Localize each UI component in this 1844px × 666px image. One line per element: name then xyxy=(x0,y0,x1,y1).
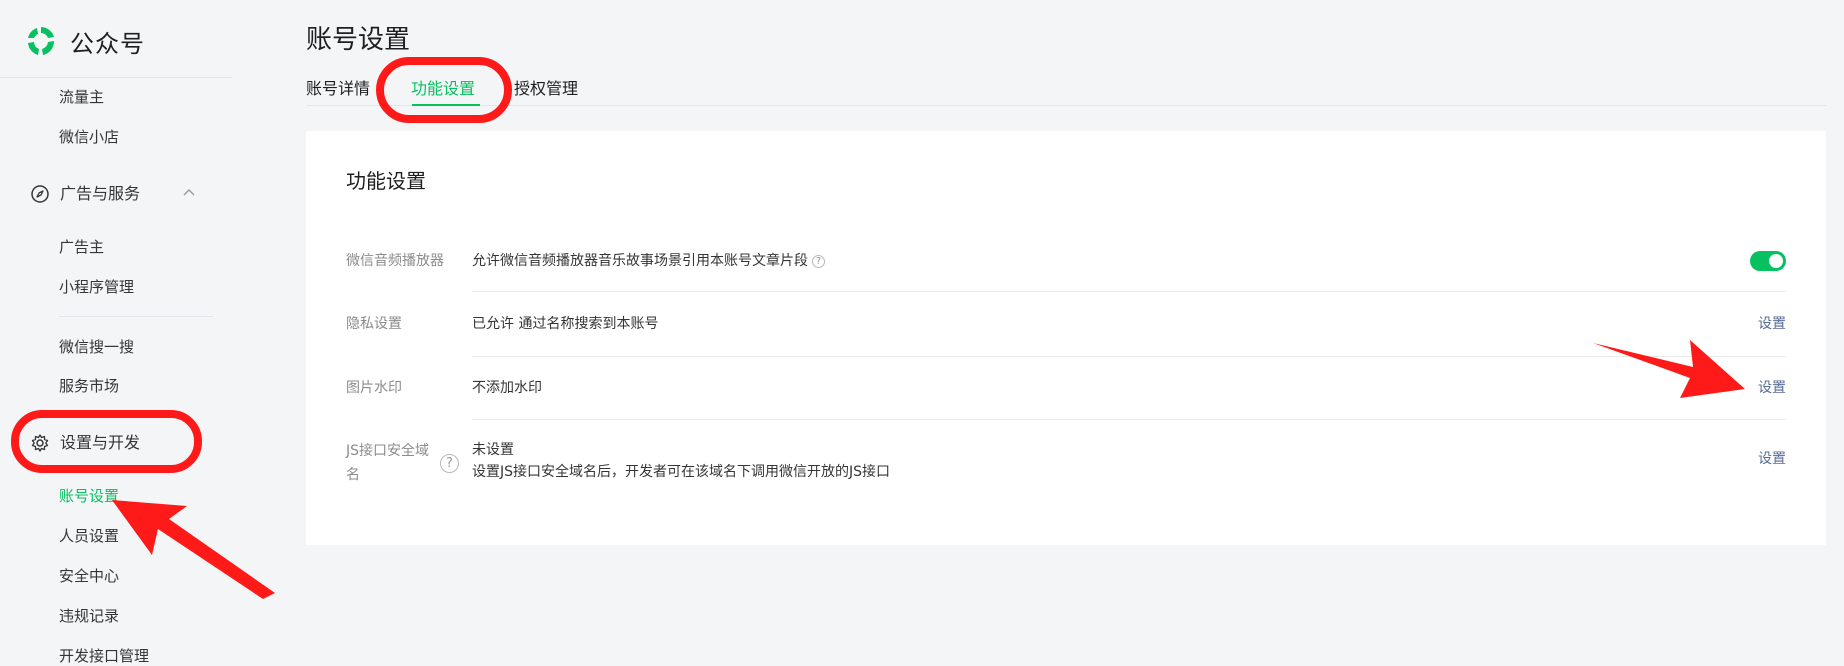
row-divider xyxy=(472,291,1786,292)
setting-value: 未设置 设置JS接口安全域名后，开发者可在该域名下调用微信开放的JS接口 xyxy=(472,439,890,483)
setting-value-text: 未设置 xyxy=(472,442,514,458)
feature-settings-card: 功能设置 微信音频播放器 允许微信音频播放器音乐故事场景引用本账号文章片段? 隐… xyxy=(306,131,1826,545)
setting-label: JS接口安全域 名 xyxy=(346,439,429,487)
setting-label-line: 名 xyxy=(346,467,360,483)
chevron-up-icon[interactable] xyxy=(182,186,196,200)
sidebar-group-ads-label: 广告与服务 xyxy=(60,184,141,203)
help-icon[interactable]: ? xyxy=(440,454,459,473)
audio-player-toggle[interactable] xyxy=(1750,251,1786,271)
toggle-knob xyxy=(1769,254,1783,268)
tab-feature-settings[interactable]: 功能设置 xyxy=(411,78,475,100)
js-domain-settings-link[interactable]: 设置 xyxy=(1758,448,1786,470)
setting-value: 已允许 通过名称搜索到本账号 xyxy=(472,316,659,332)
setting-label: 图片水印 xyxy=(346,380,402,396)
sidebar-item-security-center[interactable]: 安全中心 xyxy=(59,566,119,586)
sidebar-group-settings[interactable]: 设置与开发 xyxy=(30,432,140,454)
sidebar-item-miniprogram[interactable]: 小程序管理 xyxy=(59,277,134,297)
tab-authorization[interactable]: 授权管理 xyxy=(514,78,578,100)
page-title: 账号设置 xyxy=(306,25,411,55)
watermark-settings-link[interactable]: 设置 xyxy=(1758,377,1786,399)
sidebar-item-dev-api[interactable]: 开发接口管理 xyxy=(59,646,149,666)
setting-description: 设置JS接口安全域名后，开发者可在该域名下调用微信开放的JS接口 xyxy=(472,464,891,480)
logo-divider xyxy=(0,77,232,78)
sidebar-group-settings-label: 设置与开发 xyxy=(60,433,141,452)
sidebar-item-violation-records[interactable]: 违规记录 xyxy=(59,606,119,626)
tab-bar: 账号详情 功能设置 授权管理 xyxy=(306,76,1826,106)
active-tab-indicator xyxy=(412,104,480,106)
sidebar-item-service-market[interactable]: 服务市场 xyxy=(59,376,119,396)
card-title: 功能设置 xyxy=(346,169,426,193)
setting-label: 微信音频播放器 xyxy=(346,253,444,269)
brand-logo[interactable]: 公众号 xyxy=(24,24,145,58)
sidebar-item-member-settings[interactable]: 人员设置 xyxy=(59,526,119,546)
row-divider xyxy=(472,419,1786,420)
brand-name: 公众号 xyxy=(70,29,145,58)
compass-icon xyxy=(31,185,49,203)
setting-value-text: 允许微信音频播放器音乐故事场景引用本账号文章片段 xyxy=(472,253,808,269)
sidebar-item-guanggaozhu[interactable]: 广告主 xyxy=(59,237,104,257)
sidebar-divider xyxy=(59,316,213,317)
setting-label: 隐私设置 xyxy=(346,316,402,332)
sidebar: 公众号 流量主 微信小店 广告与服务 广告主 小程序管理 微信搜一搜 服务市场 … xyxy=(0,0,232,666)
setting-value: 允许微信音频播放器音乐故事场景引用本账号文章片段? xyxy=(472,250,825,272)
setting-value: 不添加水印 xyxy=(472,380,542,396)
sidebar-item-weixin-xiaodian[interactable]: 微信小店 xyxy=(59,127,119,147)
privacy-settings-link[interactable]: 设置 xyxy=(1758,313,1786,335)
row-divider xyxy=(472,356,1786,357)
help-icon[interactable]: ? xyxy=(812,254,825,268)
setting-label-line: JS接口安全域 xyxy=(346,443,430,459)
sidebar-item-liuliangzhu[interactable]: 流量主 xyxy=(59,87,104,107)
gear-icon xyxy=(31,434,49,452)
wechat-official-logo-icon xyxy=(28,27,55,55)
sidebar-group-ads[interactable]: 广告与服务 xyxy=(30,183,140,205)
sidebar-item-account-settings[interactable]: 账号设置 xyxy=(59,486,119,506)
sidebar-item-sousou[interactable]: 微信搜一搜 xyxy=(59,337,134,357)
tab-account-details[interactable]: 账号详情 xyxy=(306,78,370,100)
